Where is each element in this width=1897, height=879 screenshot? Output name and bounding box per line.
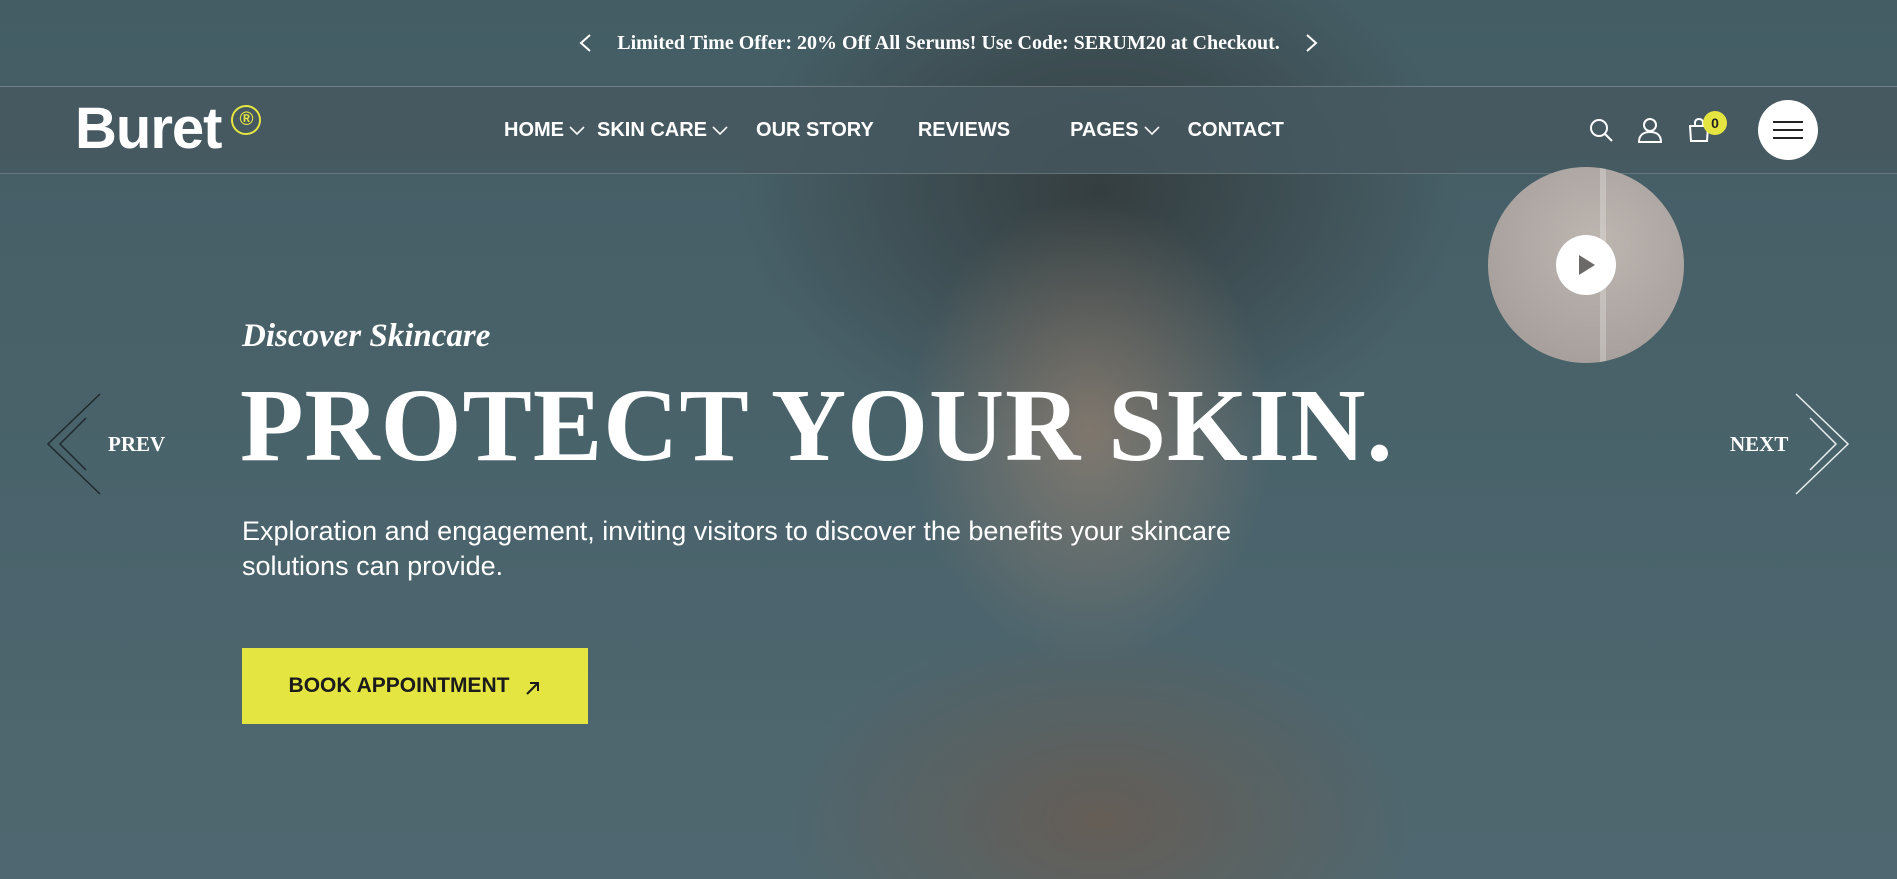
site-header: Buret ® HOME SKIN CARE OUR STORY REVIEWS… (0, 87, 1897, 174)
brand-logo[interactable]: Buret ® (75, 96, 262, 161)
arrow-up-right-icon (526, 681, 540, 695)
brand-name: Buret (75, 96, 222, 161)
hero-description: Exploration and engagement, inviting vis… (242, 516, 1232, 581)
chevron-down-icon (712, 126, 728, 136)
play-button[interactable] (1556, 235, 1616, 295)
slider-prev-label: PREV (108, 431, 166, 456)
nav-item-reviews[interactable]: REVIEWS (918, 119, 1010, 142)
slider-prev-button[interactable]: PREV (46, 392, 165, 496)
slider-next-button[interactable]: NEXT (1730, 392, 1850, 496)
chevron-right-icon (1795, 393, 1850, 495)
header-icons: 0 (1588, 87, 1735, 173)
nav-item-our-story[interactable]: OUR STORY (756, 119, 874, 142)
nav-item-label: SKIN CARE (597, 118, 708, 141)
cart-count-badge: 0 (1703, 111, 1727, 135)
nav-item-label: OUR STORY (756, 118, 874, 141)
promo-next-arrow-icon[interactable] (1302, 33, 1322, 53)
nav-item-contact[interactable]: CONTACT (1188, 119, 1284, 142)
chevron-down-icon (1144, 126, 1160, 136)
registered-mark-icon: ® (231, 105, 262, 135)
chevron-left-icon (46, 393, 101, 495)
hamburger-menu-icon (1773, 121, 1803, 139)
hero-headline: PROTECT YOUR SKIN. (240, 368, 1394, 483)
nav-item-home[interactable]: HOME (504, 119, 585, 142)
promo-text: Limited Time Offer: 20% Off All Serums! … (617, 31, 1280, 54)
nav-item-pages[interactable]: PAGES (1070, 119, 1160, 142)
nav-item-label: CONTACT (1187, 118, 1284, 141)
nav-item-skin-care[interactable]: SKIN CARE (597, 119, 728, 142)
search-icon[interactable] (1588, 117, 1614, 143)
promo-prev-arrow-icon[interactable] (575, 33, 595, 53)
main-nav: HOME SKIN CARE OUR STORY REVIEWS PAGES C… (504, 87, 1284, 173)
nav-item-label: REVIEWS (917, 118, 1011, 141)
book-appointment-button[interactable]: BOOK APPOINTMENT (242, 648, 588, 724)
play-icon (1579, 255, 1595, 275)
cta-label: BOOK APPOINTMENT (288, 674, 510, 697)
hamburger-menu-button[interactable] (1758, 100, 1818, 160)
user-icon[interactable] (1637, 117, 1663, 143)
hero-eyebrow: Discover Skincare (242, 318, 491, 354)
video-thumbnail[interactable] (1488, 167, 1684, 363)
cart-icon[interactable]: 0 (1686, 111, 1727, 143)
nav-item-label: HOME (504, 118, 564, 141)
promo-bar: Limited Time Offer: 20% Off All Serums! … (0, 0, 1897, 87)
slider-next-label: NEXT (1730, 431, 1789, 456)
nav-item-label: PAGES (1070, 118, 1139, 141)
chevron-down-icon (569, 126, 585, 136)
